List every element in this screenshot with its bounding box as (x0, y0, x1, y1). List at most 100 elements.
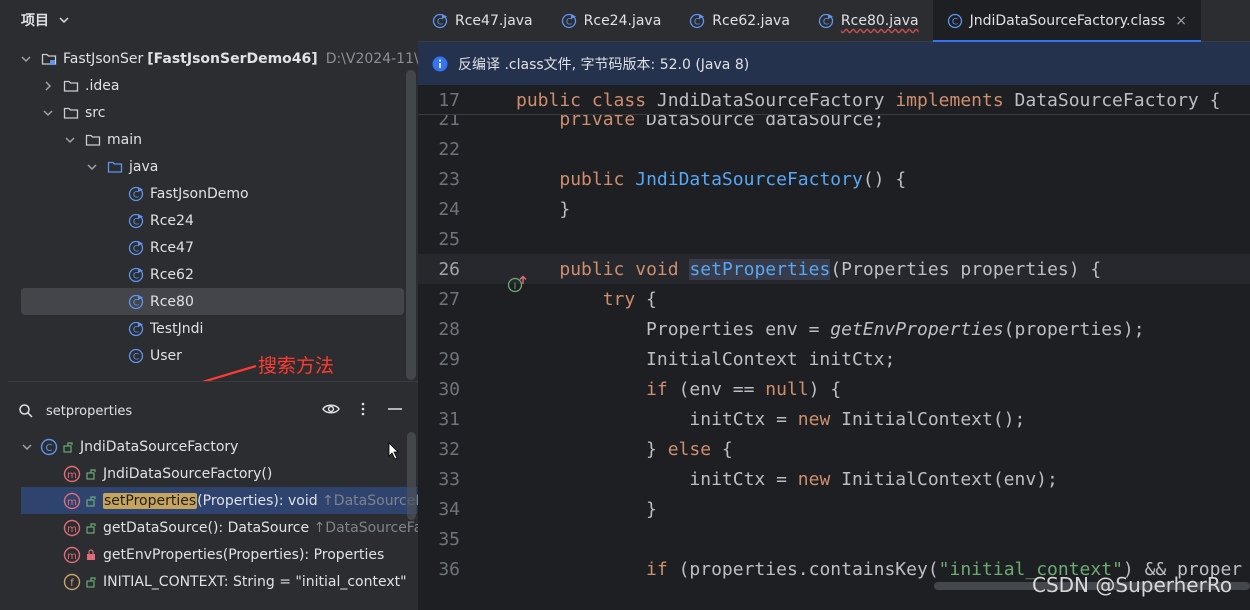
line-number[interactable]: 22 (418, 139, 460, 160)
runnable-class-icon: C (128, 321, 144, 336)
close-icon[interactable]: × (1175, 13, 1187, 29)
editor-tab[interactable]: C Rce24.java (547, 0, 676, 42)
member-signature: getEnvProperties(Properties): Properties (103, 546, 385, 563)
editor-tab[interactable]: C Rce47.java (418, 0, 547, 42)
structure-search-input[interactable] (46, 403, 246, 419)
line-number: 17 (438, 89, 460, 111)
info-icon (432, 56, 448, 71)
tree-item-label: Rce62 (150, 266, 194, 283)
sticky-header-line[interactable]: 17 public class JndiDataSourceFactory im… (418, 85, 1250, 115)
line-number[interactable]: 34 (418, 499, 460, 520)
member-name-highlight: setProperties (103, 492, 198, 509)
editor-tab[interactable]: C Rce80.java (804, 0, 933, 42)
code-row[interactable]: 33 initCtx = new InitialContext(env); (418, 464, 1250, 494)
chevron-down-icon[interactable] (63, 133, 77, 147)
tree-item[interactable]: main (0, 126, 418, 153)
svg-text:C: C (46, 443, 53, 454)
editor-tab[interactable]: C JndiDataSourceFactory.class × (932, 0, 1202, 43)
structure-member[interactable]: f INITIAL_CONTEXT: String = "initial_cont… (8, 568, 418, 595)
code-line: try { (602, 288, 657, 310)
tab-label: Rce62.java (712, 13, 790, 29)
info-bar-text: 反编译 .class文件, 字节码版本: 52.0 (Java 8) (458, 56, 750, 73)
code-row[interactable]: 22 (418, 134, 1250, 164)
structure-member[interactable]: m getEnvProperties(Properties): Propertie… (8, 541, 418, 568)
code-row[interactable]: 30 if (env == null) { (418, 374, 1250, 404)
line-number[interactable]: 32 (418, 439, 460, 460)
code-row[interactable]: 26 I public void setProperties(Properties… (418, 254, 1250, 293)
runnable-class-icon: C (128, 186, 144, 201)
code-row[interactable]: 32 } else { (418, 434, 1250, 464)
code-line: public void setProperties(Properties pro… (559, 258, 1102, 280)
tree-item[interactable]: src (0, 99, 418, 126)
code-row[interactable]: 29 InitialContext initCtx; (418, 344, 1250, 374)
eye-icon[interactable] (322, 400, 340, 418)
line-number[interactable]: 33 (418, 469, 460, 490)
tree-item[interactable]: .idea (0, 72, 418, 99)
member-signature: INITIAL_CONTEXT: String = "initial_conte… (103, 573, 407, 590)
runnable-class-icon: C (690, 13, 705, 29)
svg-text:m: m (67, 470, 77, 481)
chevron-down-icon[interactable] (19, 52, 33, 66)
structure-member[interactable]: m setProperties (Properties): void ↑DataSo… (21, 487, 452, 514)
source-folder-icon (107, 161, 123, 173)
structure-class-row[interactable]: C JndiDataSourceFactory (8, 433, 418, 460)
tree-item[interactable]: C Rce80 (21, 288, 404, 315)
line-number[interactable]: 30 (418, 379, 460, 400)
tree-item-label: TestJndi (150, 320, 204, 337)
tree-item[interactable]: C Rce24 (0, 207, 418, 234)
structure-member[interactable]: m JndiDataSourceFactory() (8, 460, 418, 487)
structure-member[interactable]: m getDataSource(): DataSource ↑DataSource… (8, 514, 458, 541)
line-number[interactable]: 29 (418, 349, 460, 370)
svg-text:m: m (67, 497, 77, 508)
project-panel-header[interactable]: 项目 (0, 0, 418, 40)
tree-item[interactable]: C FastJsonDemo (0, 180, 418, 207)
line-number[interactable]: 25 (418, 229, 460, 250)
chevron-right-icon[interactable] (41, 79, 55, 93)
tree-item[interactable]: java (0, 153, 418, 180)
more-options-icon[interactable] (354, 400, 372, 418)
module-name: [FastJsonSerDemo46] (147, 50, 318, 67)
tree-item[interactable]: FastJsonSer [FastJsonSerDemo46] D:\V2024-1… (0, 45, 418, 72)
code-line: Properties env = getEnvProperties(proper… (516, 318, 1145, 340)
code-row[interactable]: 23 public JndiDataSourceFactory() { (418, 164, 1250, 194)
chevron-down-icon[interactable] (41, 106, 55, 120)
minimize-icon[interactable] (386, 400, 404, 418)
tree-item[interactable]: C TestJndi (0, 315, 418, 342)
line-number[interactable]: 27 (418, 289, 460, 310)
line-number[interactable]: 26 (418, 259, 460, 280)
code-row[interactable]: 28 Properties env = getEnvProperties(pro… (418, 314, 1250, 344)
line-number[interactable]: 23 (418, 169, 460, 190)
line-number[interactable]: 28 (418, 319, 460, 340)
svg-text:f: f (70, 578, 74, 589)
code-editor[interactable]: 17 public class JndiDataSourceFactory im… (418, 85, 1250, 610)
code-row[interactable]: 34 } (418, 494, 1250, 524)
public-icon (86, 576, 96, 588)
code-row[interactable]: 25 (418, 224, 1250, 254)
chevron-down-icon[interactable] (20, 440, 34, 454)
tree-item[interactable]: C Rce62 (0, 261, 418, 288)
line-number[interactable]: 36 (418, 559, 460, 580)
code-row[interactable]: 31 initCtx = new InitialContext(); (418, 404, 1250, 434)
structure-scrollbar[interactable] (407, 432, 416, 520)
svg-text:C: C (565, 18, 571, 28)
tree-item-label: Rce80 (150, 293, 194, 310)
tree-item[interactable]: C Rce47 (0, 234, 418, 261)
code-row[interactable]: 35 (418, 524, 1250, 554)
runnable-class-icon: C (561, 13, 576, 29)
tab-label: Rce80.java (840, 13, 919, 29)
code-row[interactable]: 24 } (418, 194, 1250, 224)
chevron-down-icon[interactable] (85, 160, 99, 174)
editor-tab[interactable]: C Rce62.java (675, 0, 804, 42)
line-number[interactable]: 31 (418, 409, 460, 430)
editor-tabs: C Rce47.java C Rce24.java C Rce62.java C Rce80.… (418, 0, 1250, 43)
line-number[interactable]: 35 (418, 529, 460, 550)
tab-label: Rce47.java (455, 13, 533, 29)
project-tree-scrollbar[interactable] (406, 70, 416, 380)
line-number[interactable]: 24 (418, 199, 460, 220)
code-line: initCtx = new InitialContext(env); (516, 468, 1058, 490)
code-line: initCtx = new InitialContext(); (516, 408, 1026, 430)
module-folder-icon (41, 53, 57, 65)
chevron-down-icon[interactable] (57, 13, 71, 27)
code-row[interactable]: 27 try { (418, 284, 1250, 314)
watermark: CSDN @SuperherRo (1032, 573, 1233, 597)
